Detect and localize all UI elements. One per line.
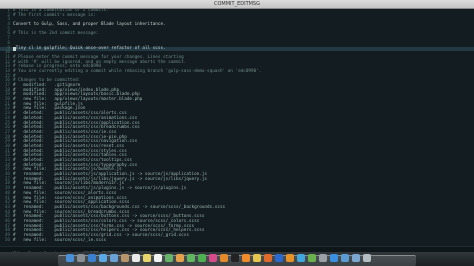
messages-icon[interactable]	[187, 254, 195, 262]
sublime-icon[interactable]	[242, 254, 250, 262]
app-store-icon[interactable]	[88, 254, 96, 262]
safari-icon[interactable]	[99, 254, 107, 262]
dock	[0, 252, 474, 266]
line-text: # new file: source/scss/_ie.scss	[13, 237, 107, 243]
downloads-folder-icon[interactable]	[341, 254, 349, 262]
ibooks-icon[interactable]	[220, 254, 228, 262]
chrome-icon[interactable]	[253, 254, 261, 262]
facetime-icon[interactable]	[198, 254, 206, 262]
firefox-icon[interactable]	[264, 254, 272, 262]
editor-line[interactable]: 50 # new file: source/scss/_ie.scss	[0, 237, 474, 244]
calendar-icon[interactable]	[132, 254, 140, 262]
line-number: 50	[4, 237, 10, 243]
window-title: COMMIT_EDITMSG	[214, 1, 260, 7]
spotify-icon[interactable]	[308, 254, 316, 262]
window-title-bar: COMMIT_EDITMSG	[0, 0, 474, 9]
trash-icon[interactable]	[363, 254, 371, 262]
reminders-icon[interactable]	[154, 254, 162, 262]
skype-icon[interactable]	[297, 254, 305, 262]
photos-icon[interactable]	[176, 254, 184, 262]
itunes-icon[interactable]	[209, 254, 217, 262]
launchpad-icon[interactable]	[77, 254, 85, 262]
terminal-icon[interactable]	[231, 254, 239, 262]
documents-folder-icon[interactable]	[352, 254, 360, 262]
contacts-icon[interactable]	[121, 254, 129, 262]
system-preferences-icon[interactable]	[319, 254, 327, 262]
dock-icons	[66, 254, 371, 262]
finder-icon[interactable]	[66, 254, 74, 262]
photoshop-icon[interactable]	[275, 254, 283, 262]
maps-icon[interactable]	[165, 254, 173, 262]
dropbox-icon[interactable]	[330, 254, 338, 262]
illustrator-icon[interactable]	[286, 254, 294, 262]
editor-buffer[interactable]: 1 # This is a combination of 2 commits. 2 #…	[0, 9, 474, 246]
line-text-content: Tiny cl in gulpfile; Quick once-over ref…	[15, 45, 166, 51]
mail-icon[interactable]	[110, 254, 118, 262]
notes-icon[interactable]	[143, 254, 151, 262]
